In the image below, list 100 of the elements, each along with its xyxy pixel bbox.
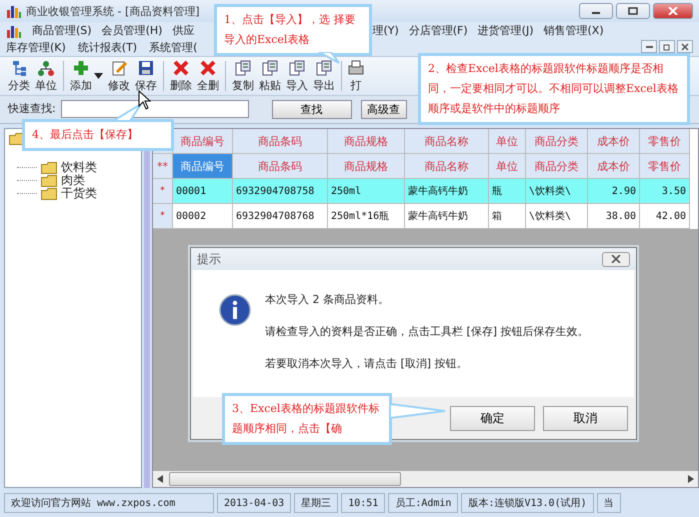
table-cell: 零售价 [640,154,690,179]
close-button[interactable] [653,3,693,19]
close-icon [681,42,689,50]
dialog-button[interactable]: 取消 [543,406,628,430]
restore-button[interactable] [659,40,675,53]
document-icon [316,60,332,76]
column-header[interactable]: 零售价 [640,129,690,154]
edit-icon [111,60,127,76]
menu-item[interactable]: 进货管理(J) [478,23,534,38]
tree-icon [11,60,27,76]
search-button[interactable]: 高级查 [360,100,407,119]
hierarchy-icon [38,60,54,76]
table-cell: 6932904708758 [233,179,328,204]
column-header[interactable]: 商品编号 [173,129,233,154]
toolbar-button[interactable]: 添加 [68,58,105,94]
row-marker: * [153,179,173,204]
column-header[interactable]: 商品条码 [233,129,328,154]
status-field: 星期三 [294,493,338,513]
dialog-button[interactable]: 确定 [450,406,535,430]
callout-tooltip: 1、点击【导入】，选 择要导入的Excel表格 [214,4,372,56]
toolbar-button[interactable]: 粘贴 [257,58,283,94]
menu-item[interactable]: 库存管理(K) [6,40,66,55]
toolbar-button[interactable]: 删除 [168,58,194,94]
toolbar-button[interactable]: 修改 [106,58,132,94]
horizontal-scrollbar[interactable] [153,471,698,487]
tree-item[interactable]: 干货类 [61,185,97,202]
callout-pointer [390,403,446,419]
search-button[interactable]: 查找 [272,100,352,119]
bar-chart-icon [6,24,22,38]
dialog-message: 若要取消本次导入，请点击 [取消] 按钮。 [265,356,469,371]
table-cell: 蒙牛高钙牛奶 [405,179,489,204]
menu-item[interactable]: 统计报表(T) [78,40,138,55]
delete-icon [200,60,216,76]
document-icon [289,60,305,76]
close-button[interactable] [677,40,693,53]
column-header[interactable]: 商品名称 [405,129,489,154]
toolbar-button[interactable]: 复制 [230,58,256,94]
toolbar-button[interactable]: 打 [346,58,366,94]
table-cell: \饮料类\ [526,204,588,229]
left-arrow-icon[interactable] [157,475,163,483]
toolbar-button[interactable]: 保存 [133,58,159,94]
dialog-message: 本次导入 2 条商品资料。 [265,292,390,307]
menu-item[interactable]: 商品管理(S) [32,23,92,38]
bar-chart-icon [6,4,22,18]
table-cell: \饮料类\ [526,179,588,204]
column-header[interactable]: 单位 [489,129,526,154]
table-cell: 商品条码 [233,154,328,179]
table-cell: 商品编号 [173,154,233,179]
menu-item[interactable]: 供应 [172,23,194,38]
status-field: 版本:连锁版V13.0(试用) [461,493,594,513]
info-icon [219,294,251,326]
search-field[interactable] [60,100,249,118]
status-field: 2013-04-03 [217,493,292,513]
caret-icon [94,73,103,79]
table-cell: 商品名称 [405,154,489,179]
status-field: 员工:Admin [388,493,458,513]
callout-tooltip: 2、检查Excel表格的标题跟软件标题顺序是否相同，一定要相同才可以。不相同可以调整Excel表格顺序或是软件中的标题顺序 [418,53,690,125]
table-cell: 蒙牛高钙牛奶 [405,204,489,229]
folder-icon [41,162,57,174]
column-header[interactable]: 商品规格 [328,129,405,154]
table-cell: 00002 [173,204,233,229]
toolbar-button[interactable]: 单位 [33,58,59,94]
dialog-message: 请检查导入的资料是否正确，点击工具栏 [保存] 按钮后保存生效。 [265,324,589,339]
close-icon [610,255,622,263]
column-header[interactable]: 成本价 [588,129,640,154]
menu-item[interactable]: 分店管理(F) [408,23,468,38]
minimize-button[interactable] [641,40,657,53]
table-row[interactable]: ** 商品编号 商品条码 商品规格 商品名称 单位 商品分类 成本价 零售价 [153,154,698,179]
status-field: 欢迎访问官方网站 www.zxpos.com [4,493,214,513]
toolbar-button[interactable]: 全删 [195,58,221,94]
menu-item[interactable]: 理(Y) [372,23,399,38]
row-marker: ** [153,154,173,179]
menu-item[interactable]: 系统管理( [149,40,198,55]
close-icon [668,7,678,15]
maximize-button[interactable] [616,3,650,19]
table-cell: 38.00 [588,204,640,229]
minimize-button[interactable] [579,3,613,19]
menu-item[interactable]: 会员管理(H) [102,23,162,38]
table-cell: 42.00 [640,204,690,229]
search-label: 快速查找: [8,101,56,117]
save-icon [138,60,154,76]
callout-tooltip: 3、Excel表格的标题跟软件标题顺序相同，点击【确 [222,393,392,445]
mouse-cursor-icon [138,90,152,110]
callout-pointer [112,103,142,121]
printer-icon [348,60,364,76]
row-marker: * [153,204,173,229]
table-cell: 2.90 [588,179,640,204]
column-header[interactable]: 商品分类 [526,129,588,154]
table-cell: 3.50 [640,179,690,204]
close-button[interactable] [602,252,630,266]
table-row[interactable]: * 00002 6932904708768 250ml*16瓶 蒙牛高钙牛奶 箱 \饮料类\ 38.00 42.00 [153,204,698,229]
table-cell: 单位 [489,154,526,179]
right-arrow-icon[interactable] [688,475,694,483]
delete-icon [173,60,189,76]
toolbar-button[interactable]: 导入 [284,58,310,94]
table-row[interactable]: * 00001 6932904708758 250ml 蒙牛高钙牛奶 瓶 \饮料类\ 2.90 3.50 [153,179,698,204]
table-cell: 商品分类 [526,154,588,179]
menu-item[interactable]: 销售管理(X) [544,23,604,38]
status-field: 10:51 [341,493,386,513]
toolbar-button[interactable]: 分类 [6,58,32,94]
